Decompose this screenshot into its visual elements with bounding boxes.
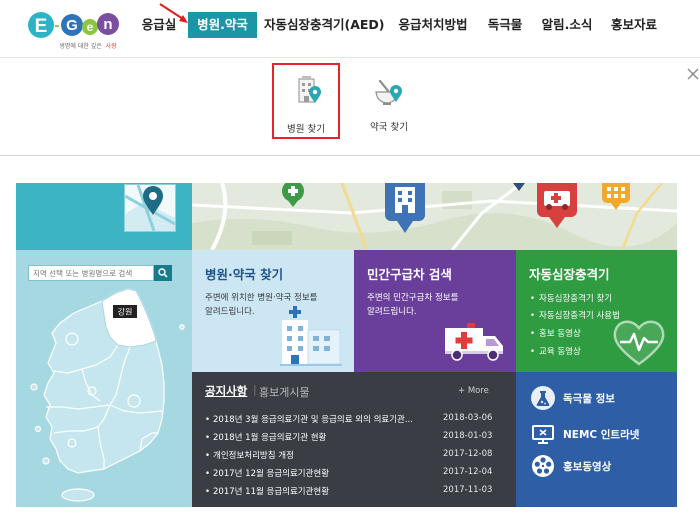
nav-item-hospital-pharmacy[interactable]: 병원.약국 xyxy=(188,12,257,38)
nav-item-news[interactable]: 알림.소식 xyxy=(537,12,597,38)
map-illustration xyxy=(192,183,677,250)
submenu-item-find-pharmacy[interactable]: 약국 찾기 xyxy=(355,63,423,139)
ambulance-icon xyxy=(445,323,503,361)
nav-item-promotion[interactable]: 홍보자료 xyxy=(605,12,663,38)
pharmacy-pin-icon xyxy=(375,79,402,105)
svg-text:E: E xyxy=(35,16,48,37)
svg-text:강원: 강원 xyxy=(118,307,133,317)
svg-text:생명에 대한 깊은 사랑: 생명에 대한 깊은 사랑 xyxy=(59,42,117,50)
notice-title: 개인정보처리방침 개정 xyxy=(205,449,437,461)
svg-text:n: n xyxy=(103,16,112,33)
notice-board: 공지사항 | 홍보게시물 + More 2018년 3월 응급의료기관 및 응급… xyxy=(192,372,516,507)
card-desc: 주변의 민간구급차 정보를 xyxy=(367,293,459,303)
korea-region-map[interactable]: 강원 xyxy=(16,283,192,507)
notice-title: 2017년 12월 응급의료기관현황 xyxy=(205,467,437,479)
list-item[interactable]: 개인정보처리방침 개정 2017-12-08 xyxy=(205,449,505,463)
list-item[interactable]: 2017년 11월 응급의료기관현황 2017-11-03 xyxy=(205,485,505,499)
notice-title: 2018년 3월 응급의료기관 및 응급의료 외의 의료기관... xyxy=(205,413,437,425)
card-title: 민간구급차 검색 xyxy=(367,267,452,282)
card-desc: 주변에 위치한 병원·약국 정보를 xyxy=(205,293,318,303)
notice-date: 2017-12-08 xyxy=(443,449,493,459)
notice-title: 2017년 11월 응급의료기관현황 xyxy=(205,485,437,497)
intranet-monitor-icon xyxy=(532,425,554,444)
quick-link-label: 홍보동영상 xyxy=(563,461,612,473)
region-search-input[interactable] xyxy=(28,265,154,281)
video-reel-icon xyxy=(532,455,554,477)
quick-link-label: NEMC 인트라넷 xyxy=(563,429,640,441)
tab-notice[interactable]: 공지사항 xyxy=(205,383,247,399)
quick-link-label: 독극물 정보 xyxy=(563,393,615,405)
card-hospital-pharmacy[interactable]: 병원·약국 찾기 주변에 위치한 병원·약국 정보를 알려드립니다. xyxy=(192,250,354,372)
svg-text:e: e xyxy=(87,20,94,34)
notice-date: 2017-12-04 xyxy=(443,467,493,477)
logo-tagline-accent: 사랑 xyxy=(106,42,118,50)
nav-item-poison[interactable]: 독극물 xyxy=(483,12,527,38)
site-header: E - G e n 생명에 대한 깊은 사랑 응급실 병원.약국 자동심장충격기… xyxy=(0,0,700,57)
region-label-gangwon: 강원 xyxy=(113,305,137,318)
submenu-item-find-hospital[interactable]: 병원 찾기 xyxy=(272,63,340,139)
hospital-pin-icon xyxy=(298,76,321,103)
search-icon xyxy=(158,268,168,278)
card-desc: 알려드립니다. xyxy=(367,307,417,317)
card-desc: 알려드립니다. xyxy=(205,307,255,317)
card-title: 자동심장충격기 xyxy=(529,267,610,282)
aed-link-usage[interactable]: 자동심장충격기 사용법 xyxy=(530,309,620,321)
notice-date: 2018-03-06 xyxy=(443,413,493,423)
submenu-item-label: 병원 찾기 xyxy=(287,124,325,135)
quick-link-poison-info[interactable]: 독극물 정보 xyxy=(530,385,670,411)
aed-link-education-video[interactable]: 교육 동영상 xyxy=(530,345,581,357)
card-aed[interactable]: 자동심장충격기 자동심장충격기 찾기 자동심장충격기 사용법 홍보 동영상 교육… xyxy=(516,250,677,372)
quick-link-nemc-intranet[interactable]: NEMC 인트라넷 xyxy=(530,421,670,447)
poison-flask-icon xyxy=(531,386,555,410)
nav-item-emergency-room[interactable]: 응급실 xyxy=(136,12,182,38)
notice-date: 2018-01-03 xyxy=(443,431,493,441)
quick-link-promo-video[interactable]: 홍보동영상 xyxy=(530,453,670,479)
svg-text:-: - xyxy=(55,17,60,34)
map-pin-icon xyxy=(124,184,176,232)
list-item[interactable]: 2018년 3월 응급의료기관 및 응급의료 외의 의료기관... 2018-0… xyxy=(205,413,505,427)
card-title: 병원·약국 찾기 xyxy=(205,267,284,282)
nav-item-aed[interactable]: 자동심장충격기(AED) xyxy=(264,12,385,38)
tab-promotion-posts[interactable]: 홍보게시물 xyxy=(259,384,310,400)
region-jeju xyxy=(61,488,95,502)
list-item[interactable]: 2017년 12월 응급의료기관현황 2017-12-04 xyxy=(205,467,505,481)
quick-links-panel: 독극물 정보 NEMC 인트라넷 홍보동영상 xyxy=(516,372,677,507)
aed-link-promo-video[interactable]: 홍보 동영상 xyxy=(530,327,581,339)
svg-text:G: G xyxy=(66,17,78,34)
more-link[interactable]: + More xyxy=(458,386,489,396)
notice-title: 2018년 1월 응급의료기관 현황 xyxy=(205,431,437,443)
card-private-ambulance[interactable]: 민간구급차 검색 주변의 민간구급차 정보를 알려드립니다. xyxy=(354,250,516,372)
tab-divider: | xyxy=(253,383,257,396)
nav-item-first-aid[interactable]: 응급처치방법 xyxy=(393,12,473,38)
egen-logo[interactable]: E - G e n 생명에 대한 깊은 사랑 xyxy=(26,4,126,52)
submenu-panel: 병원 찾기 약국 찾기 xyxy=(0,57,700,156)
list-item[interactable]: 2018년 1월 응급의료기관 현황 2018-01-03 xyxy=(205,431,505,445)
logo-tagline: 생명에 대한 깊은 xyxy=(59,42,102,50)
notice-date: 2017-11-03 xyxy=(443,485,493,495)
region-search-button[interactable] xyxy=(154,265,172,281)
submenu-item-label: 약국 찾기 xyxy=(370,122,408,133)
heart-pulse-icon xyxy=(613,320,665,366)
hospital-building-icon xyxy=(280,306,342,366)
aed-link-find[interactable]: 자동심장충격기 찾기 xyxy=(530,292,612,304)
close-icon[interactable] xyxy=(686,67,700,81)
